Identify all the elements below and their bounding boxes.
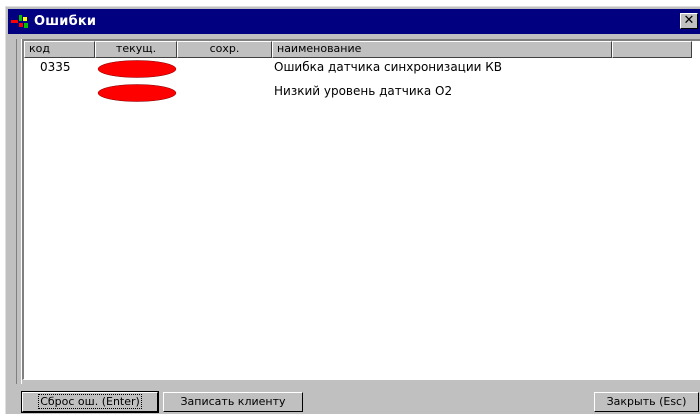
reset-errors-button[interactable]: Сброс ош. (Enter) bbox=[21, 391, 159, 413]
close-icon: ✕ bbox=[683, 13, 695, 28]
red-indicator-icon bbox=[97, 84, 177, 102]
table-row[interactable]: Низкий уровень датчика O2 bbox=[24, 82, 700, 104]
error-description: Низкий уровень датчика O2 bbox=[274, 84, 453, 98]
error-code: 0335 bbox=[40, 60, 71, 74]
write-client-button[interactable]: Записать клиенту bbox=[163, 392, 303, 412]
error-description: Ошибка датчика синхронизации КВ bbox=[274, 60, 502, 74]
errors-window: Ошибки ✕ код текущ. сохр. наименование 0… bbox=[5, 6, 700, 414]
window-title: Ошибки bbox=[34, 14, 97, 29]
title-bar[interactable]: Ошибки ✕ bbox=[8, 9, 700, 34]
close-window-button[interactable]: ✕ bbox=[680, 13, 698, 29]
red-indicator-icon bbox=[97, 60, 177, 78]
app-icon bbox=[10, 13, 32, 31]
list-header: код текущ. сохр. наименование bbox=[24, 41, 700, 58]
close-button[interactable]: Закрыть (Esc) bbox=[594, 392, 699, 412]
table-row[interactable]: 0335 Ошибка датчика синхронизации КВ bbox=[24, 58, 700, 80]
column-header-extra[interactable] bbox=[612, 41, 692, 58]
column-header-name[interactable]: наименование bbox=[272, 41, 612, 58]
reset-errors-label: Сброс ош. (Enter) bbox=[38, 394, 142, 409]
column-header-saved[interactable]: сохр. bbox=[177, 41, 272, 58]
errors-list[interactable]: код текущ. сохр. наименование 0335 Ошибк… bbox=[22, 39, 700, 380]
column-header-code[interactable]: код bbox=[24, 41, 95, 58]
column-header-current[interactable]: текущ. bbox=[95, 41, 177, 58]
